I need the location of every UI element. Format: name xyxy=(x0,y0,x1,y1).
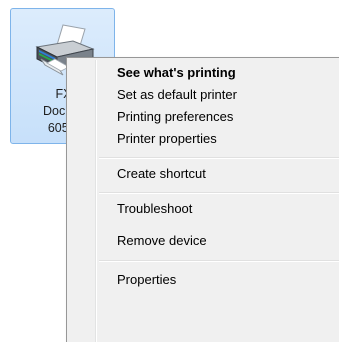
menu-item-properties[interactable]: Properties xyxy=(69,269,339,291)
menu-item-troubleshoot[interactable]: Troubleshoot xyxy=(69,198,339,220)
menu-item-printer-properties[interactable]: Printer properties xyxy=(69,128,339,150)
printer-context-menu: See what's printing Set as default print… xyxy=(66,57,339,342)
devices-window: FX DocuW 6055/ See what's printing Set a… xyxy=(0,0,339,342)
menu-item-printing-preferences[interactable]: Printing preferences xyxy=(69,106,339,128)
menu-separator xyxy=(99,260,339,262)
menu-separator xyxy=(99,192,339,194)
menu-separator xyxy=(99,157,339,159)
menu-item-create-shortcut[interactable]: Create shortcut xyxy=(69,163,339,185)
menu-item-set-default-printer[interactable]: Set as default printer xyxy=(69,84,339,106)
menu-item-see-whats-printing[interactable]: See what's printing xyxy=(69,62,339,84)
menu-item-remove-device[interactable]: Remove device xyxy=(69,230,339,252)
